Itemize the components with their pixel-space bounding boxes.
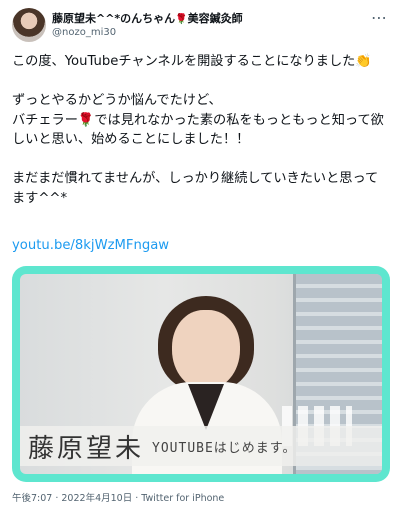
video-thumbnail[interactable]: 藤原望未 YOUTUBEはじめます。	[20, 274, 382, 474]
thumbnail-caption: 藤原望未 YOUTUBEはじめます。	[20, 426, 382, 466]
rose-icon: 🌹	[175, 14, 188, 25]
person-face	[172, 310, 240, 390]
caption-subtitle: YOUTUBEはじめます。	[152, 440, 297, 456]
tweet-text: この度、YouTubeチャンネルを開設することになりました👏 ずっとやるかどうか…	[12, 54, 384, 206]
media-card[interactable]: 藤原望未 YOUTUBEはじめます。	[12, 266, 390, 482]
tweet: 藤原望未^^*のんちゃん🌹美容鍼灸師 @nozo_mi30 ⋯ この度、YouT…	[0, 0, 402, 512]
more-icon[interactable]: ⋯	[371, 8, 388, 27]
tweet-link[interactable]: youtu.be/8kjWzMFngaw	[12, 238, 169, 253]
author-title: 美容鍼灸師	[187, 12, 243, 25]
author-name-row[interactable]: 藤原望未^^*のんちゃん🌹美容鍼灸師	[52, 10, 243, 26]
avatar[interactable]	[12, 8, 46, 42]
tweet-timestamp[interactable]: 午後7:07 · 2022年4月10日 · Twitter for iPhone	[12, 490, 224, 504]
author-name[interactable]: 藤原望未^^*のんちゃん	[52, 12, 175, 25]
caption-name: 藤原望未	[28, 433, 145, 464]
author-handle[interactable]: @nozo_mi30	[52, 27, 116, 38]
